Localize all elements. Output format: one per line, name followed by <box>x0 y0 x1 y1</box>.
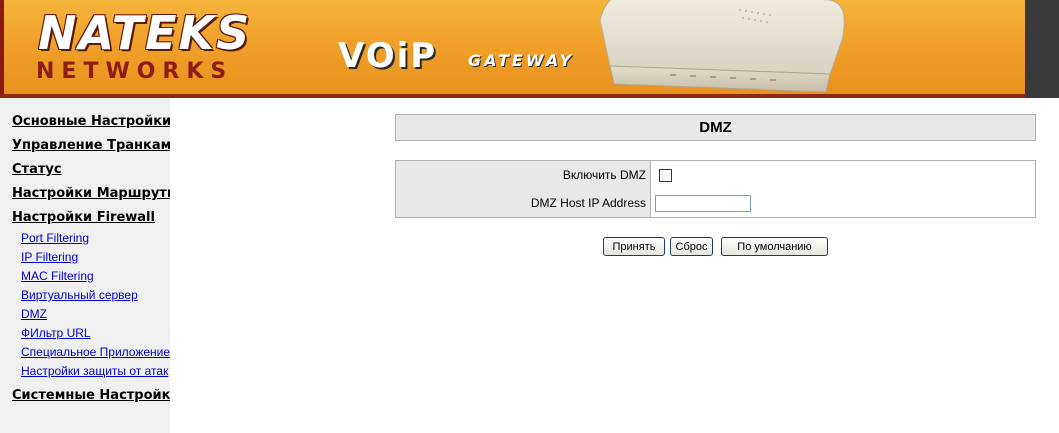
dmz-host-ip-input[interactable] <box>655 194 751 212</box>
nav-firewall-settings[interactable]: Настройки Firewall <box>12 210 155 226</box>
enable-dmz-checkbox[interactable] <box>659 168 672 182</box>
nav-routing-settings[interactable]: Настройки Маршрутизации <box>12 186 170 202</box>
enable-dmz-label: Включить DMZ <box>396 161 651 189</box>
nav-system-settings[interactable]: Системные Настройки <box>12 388 170 404</box>
nav-mac-filtering[interactable]: MAC Filtering <box>21 269 94 283</box>
nav-attack-protection[interactable]: Настройки защиты от атак <box>21 364 168 378</box>
nav-status[interactable]: Статус <box>12 162 62 178</box>
nav-ip-filtering[interactable]: IP Filtering <box>21 250 78 264</box>
dmz-host-ip-label: DMZ Host IP Address <box>396 189 651 217</box>
apply-button[interactable]: Принять <box>603 237 665 256</box>
brand-logo-bottom: NETWORKS <box>36 59 234 84</box>
banner-right-panel <box>1025 0 1059 98</box>
sidebar-nav: Основные Настройки Управление Транками С… <box>0 98 170 433</box>
nav-virtual-server[interactable]: Виртуальный сервер <box>21 288 138 302</box>
dmz-settings-table: Включить DMZ DMZ Host IP Address <box>395 160 1036 218</box>
brand-logo-top: NATEKS <box>38 6 252 60</box>
banner-edge <box>0 0 4 98</box>
enable-dmz-row: Включить DMZ <box>396 161 1035 190</box>
product-subtitle: GATEWAY <box>468 51 575 70</box>
nav-trunk-management[interactable]: Управление Транками <box>12 138 170 154</box>
nav-url-filter[interactable]: ФИльтр URL <box>21 326 91 340</box>
enable-dmz-cell <box>651 161 1035 189</box>
page-title: DMZ <box>395 114 1036 141</box>
dmz-host-ip-row: DMZ Host IP Address <box>396 189 1035 217</box>
product-logo: VOiP <box>338 36 438 76</box>
nav-port-filtering[interactable]: Port Filtering <box>21 231 89 245</box>
router-device-image <box>599 0 845 93</box>
header-banner: NATEKS NETWORKS VOiP GATEWAY <box>0 0 1059 98</box>
nav-dmz[interactable]: DMZ <box>21 307 47 321</box>
reset-button[interactable]: Сброс <box>670 237 713 256</box>
default-button[interactable]: По умолчанию <box>721 237 828 256</box>
nav-basic-settings[interactable]: Основные Настройки <box>12 114 170 130</box>
nav-special-application[interactable]: Специальное Приложение <box>21 345 170 359</box>
dmz-host-ip-cell <box>651 189 1035 217</box>
